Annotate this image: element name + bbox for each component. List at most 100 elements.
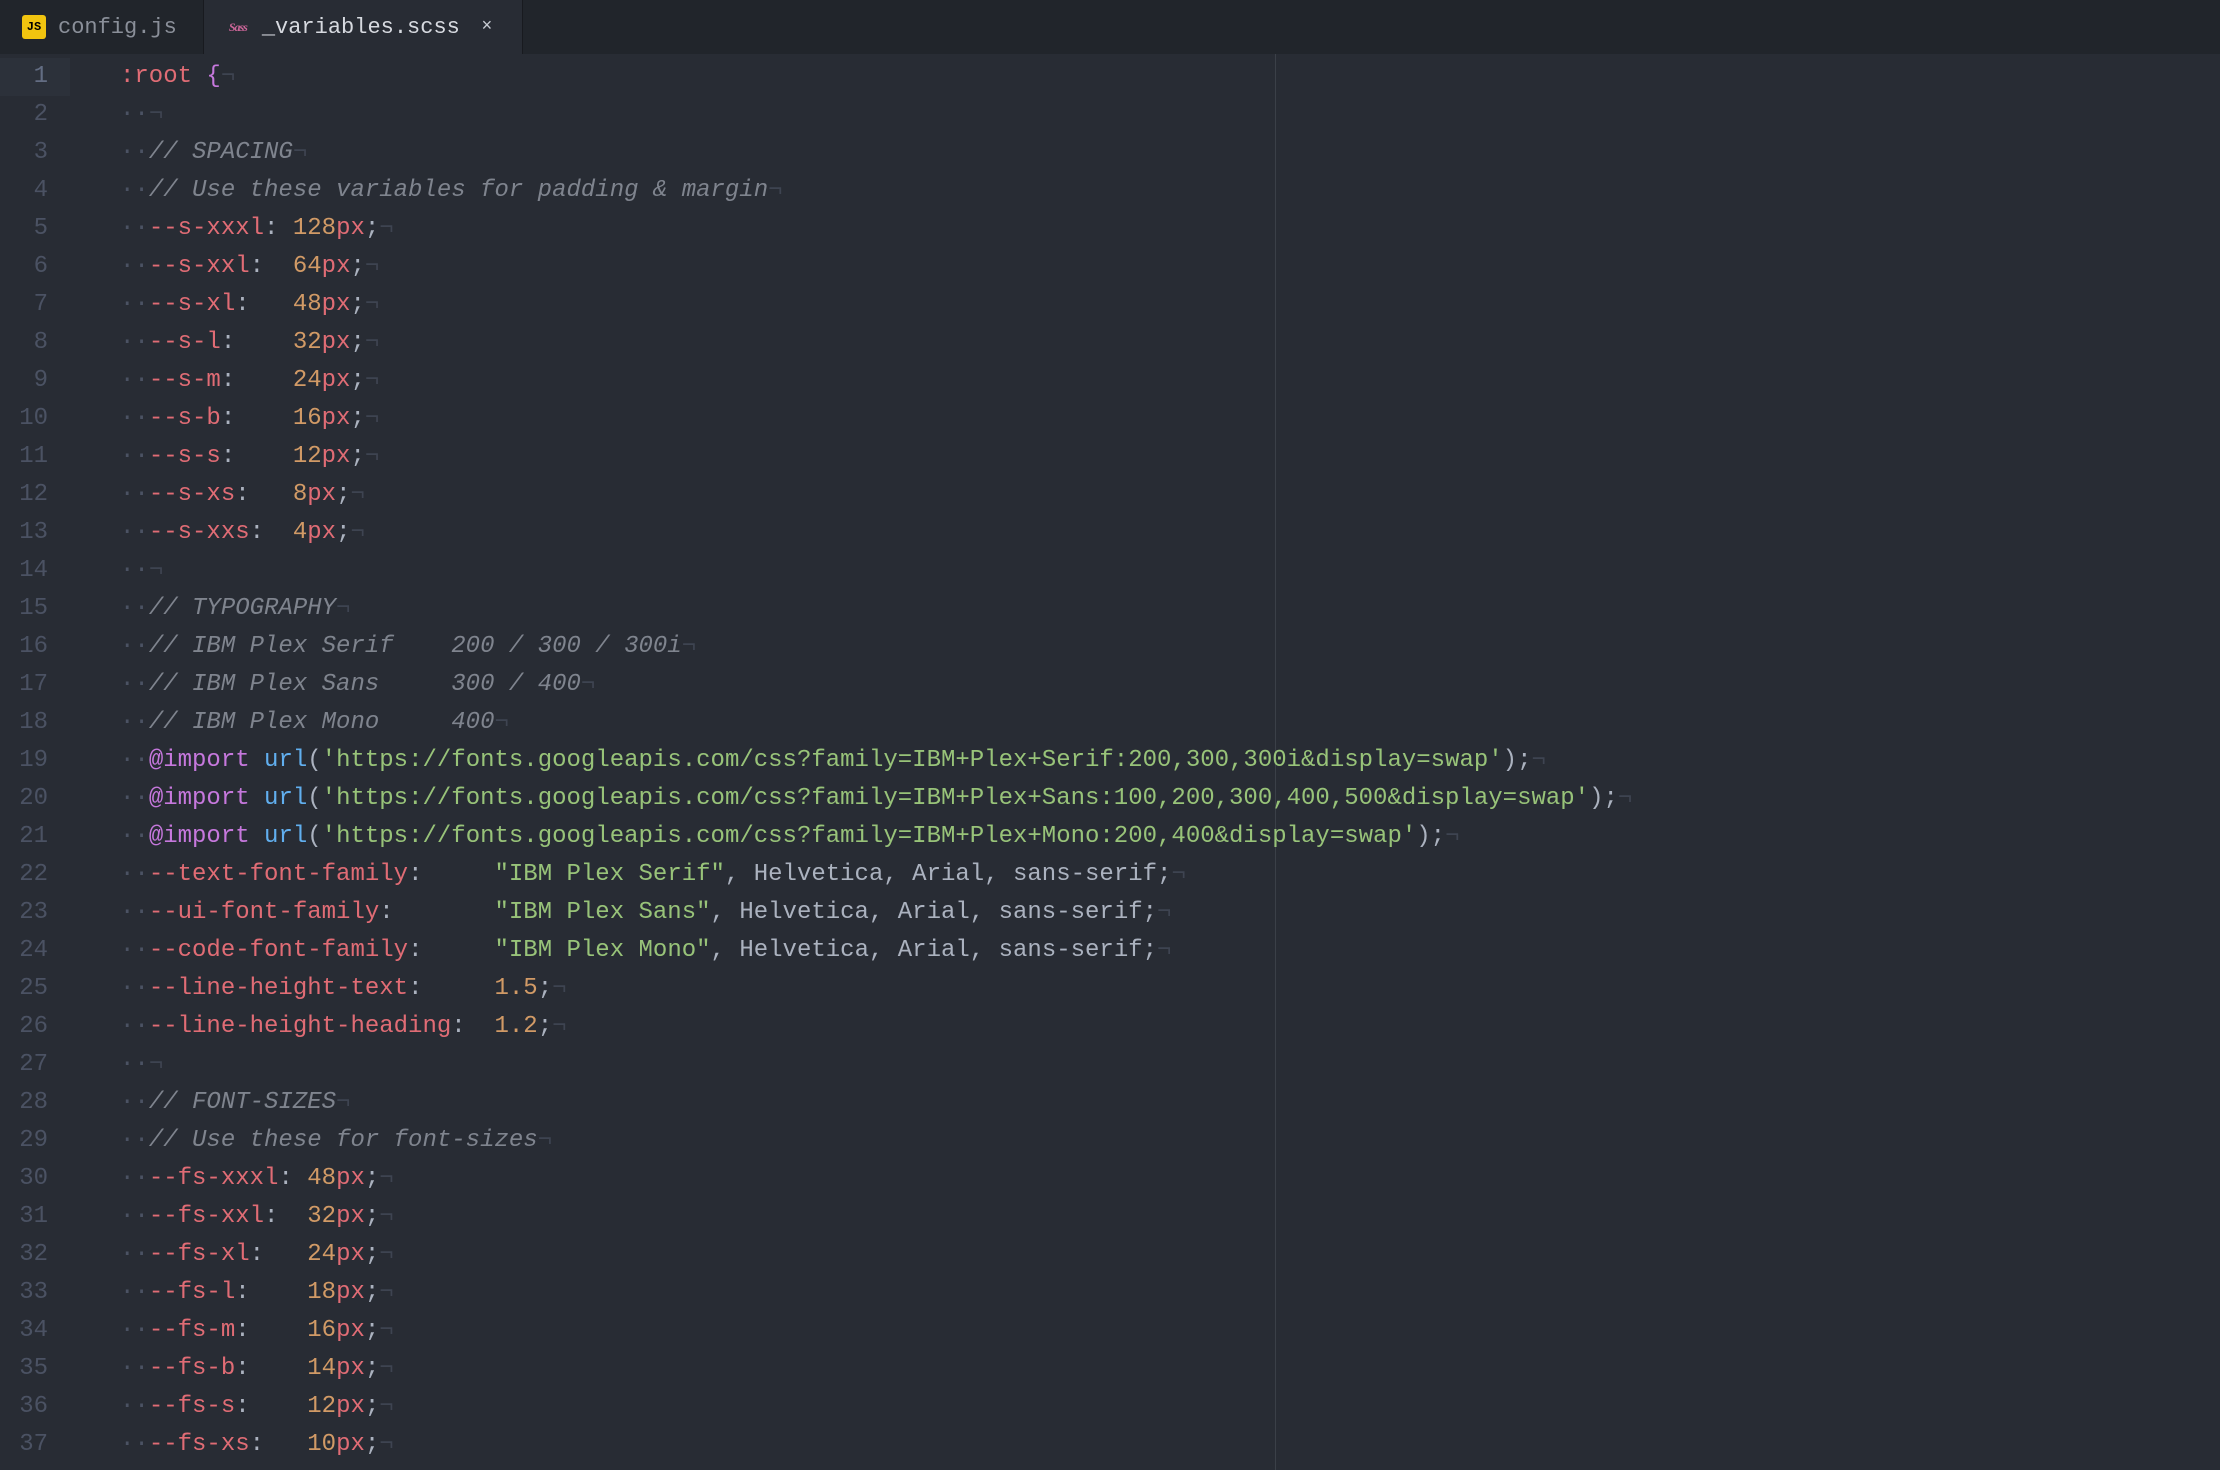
code-line[interactable]: ··--line-height-heading: 1.2;¬	[120, 1008, 2220, 1046]
token: ,	[725, 861, 754, 888]
token: 128	[293, 215, 336, 242]
token: // IBM Plex Mono 400	[149, 709, 495, 736]
eol-glyph: ¬	[379, 1241, 393, 1268]
code-line[interactable]: ··// TYPOGRAPHY¬	[120, 590, 2220, 628]
code-line[interactable]: ··// Use these variables for padding & m…	[120, 172, 2220, 210]
token: ;	[365, 1165, 379, 1192]
token: ,	[970, 937, 999, 964]
token: "IBM Plex Mono"	[494, 937, 710, 964]
code-line[interactable]: ··--s-s: 12px;¬	[120, 438, 2220, 476]
eol-glyph: ¬	[379, 1317, 393, 1344]
code-line[interactable]: :root {¬	[120, 58, 2220, 96]
code-line[interactable]: ··--s-xl: 48px;¬	[120, 286, 2220, 324]
code-line[interactable]: ··// IBM Plex Sans 300 / 400¬	[120, 666, 2220, 704]
close-icon[interactable]: ×	[478, 18, 496, 36]
token: --code-font-family	[149, 937, 408, 964]
code-line[interactable]: ··--s-m: 24px;¬	[120, 362, 2220, 400]
token: 8	[293, 481, 307, 508]
indent-guide: ··	[120, 1013, 149, 1040]
eol-glyph: ¬	[1618, 785, 1632, 812]
code-line[interactable]: ··--fs-l: 18px;¬	[120, 1274, 2220, 1312]
token: 48	[293, 291, 322, 318]
token: --text-font-family	[149, 861, 408, 888]
code-line[interactable]: ··--fs-m: 16px;¬	[120, 1312, 2220, 1350]
line-number: 5	[0, 210, 70, 248]
token: px	[336, 1241, 365, 1268]
code-line[interactable]: ··--s-xs: 8px;¬	[120, 476, 2220, 514]
token: --line-height-heading	[149, 1013, 451, 1040]
code-line[interactable]: ··@import url('https://fonts.googleapis.…	[120, 742, 2220, 780]
token: ;	[1143, 937, 1157, 964]
code-line[interactable]: ··--s-xxs: 4px;¬	[120, 514, 2220, 552]
token: // TYPOGRAPHY	[149, 595, 336, 622]
code-line[interactable]: ··--code-font-family: "IBM Plex Mono", H…	[120, 932, 2220, 970]
line-number: 17	[0, 666, 70, 704]
code-line[interactable]: ··--text-font-family: "IBM Plex Serif", …	[120, 856, 2220, 894]
code-line[interactable]: ··--fs-xl: 24px;¬	[120, 1236, 2220, 1274]
code-line[interactable]: ··¬	[120, 96, 2220, 134]
tab-variables-scss[interactable]: Sass _variables.scss ×	[204, 0, 523, 54]
token: --s-s	[149, 443, 221, 470]
token: ;	[365, 1203, 379, 1230]
token: :	[264, 215, 293, 242]
line-number: 1	[0, 58, 70, 96]
code-line[interactable]: ··// FONT-SIZES¬	[120, 1084, 2220, 1122]
code-line[interactable]: ··// IBM Plex Serif 200 / 300 / 300i¬	[120, 628, 2220, 666]
token: --fs-l	[149, 1279, 235, 1306]
token: ;	[350, 443, 364, 470]
code-line[interactable]: ··// SPACING¬	[120, 134, 2220, 172]
indent-guide: ··	[120, 1431, 149, 1458]
token: :root	[120, 63, 192, 90]
code-editor[interactable]: 1234567891011121314151617181920212223242…	[0, 54, 2220, 1470]
line-number: 20	[0, 780, 70, 818]
code-line[interactable]: ··--s-xxl: 64px;¬	[120, 248, 2220, 286]
code-line[interactable]: ··// IBM Plex Mono 400¬	[120, 704, 2220, 742]
code-line[interactable]: ··--fs-xxl: 32px;¬	[120, 1198, 2220, 1236]
code-line[interactable]: ··--ui-font-family: "IBM Plex Sans", Hel…	[120, 894, 2220, 932]
token: ,	[711, 899, 740, 926]
indent-guide: ··	[120, 709, 149, 736]
code-line[interactable]: ··--fs-xs: 10px;¬	[120, 1426, 2220, 1464]
token: ;	[350, 329, 364, 356]
line-number: 28	[0, 1084, 70, 1122]
code-line[interactable]: ··--line-height-text: 1.5;¬	[120, 970, 2220, 1008]
token: @import	[149, 785, 250, 812]
tab-label: config.js	[58, 15, 177, 40]
token: sans-serif	[999, 937, 1143, 964]
code-line[interactable]: ··@import url('https://fonts.googleapis.…	[120, 818, 2220, 856]
token: ;	[365, 1241, 379, 1268]
code-line[interactable]: ··@import url('https://fonts.googleapis.…	[120, 780, 2220, 818]
line-number: 9	[0, 362, 70, 400]
line-number: 13	[0, 514, 70, 552]
code-line[interactable]: ··¬	[120, 1046, 2220, 1084]
code-area[interactable]: :root {¬··¬··// SPACING¬··// Use these v…	[70, 54, 2220, 1470]
token: Arial	[898, 899, 970, 926]
token: px	[322, 367, 351, 394]
token: --fs-b	[149, 1355, 235, 1382]
indent-guide: ··	[120, 671, 149, 698]
token: ,	[869, 937, 898, 964]
token: --s-xs	[149, 481, 235, 508]
token: :	[408, 861, 494, 888]
line-number: 12	[0, 476, 70, 514]
token: 'https://fonts.googleapis.com/css?family…	[322, 747, 1503, 774]
code-line[interactable]: ··// Use these for font-sizes¬	[120, 1122, 2220, 1160]
indent-guide: ··	[120, 101, 149, 128]
tab-config-js[interactable]: JS config.js	[0, 0, 204, 54]
code-line[interactable]: ··--s-l: 32px;¬	[120, 324, 2220, 362]
indent-guide: ··	[120, 975, 149, 1002]
eol-glyph: ¬	[379, 1279, 393, 1306]
token: :	[221, 405, 293, 432]
token: Arial	[912, 861, 984, 888]
code-line[interactable]: ··¬	[120, 552, 2220, 590]
indent-guide: ··	[120, 1393, 149, 1420]
tab-label: _variables.scss	[262, 15, 460, 40]
code-line[interactable]: ··--fs-s: 12px;¬	[120, 1388, 2220, 1426]
code-line[interactable]: ··--s-b: 16px;¬	[120, 400, 2220, 438]
token: // Use these for font-sizes	[149, 1127, 538, 1154]
token: (	[307, 823, 321, 850]
code-line[interactable]: ··--fs-xxxl: 48px;¬	[120, 1160, 2220, 1198]
code-line[interactable]: ··--s-xxxl: 128px;¬	[120, 210, 2220, 248]
eol-glyph: ¬	[538, 1127, 552, 1154]
code-line[interactable]: ··--fs-b: 14px;¬	[120, 1350, 2220, 1388]
